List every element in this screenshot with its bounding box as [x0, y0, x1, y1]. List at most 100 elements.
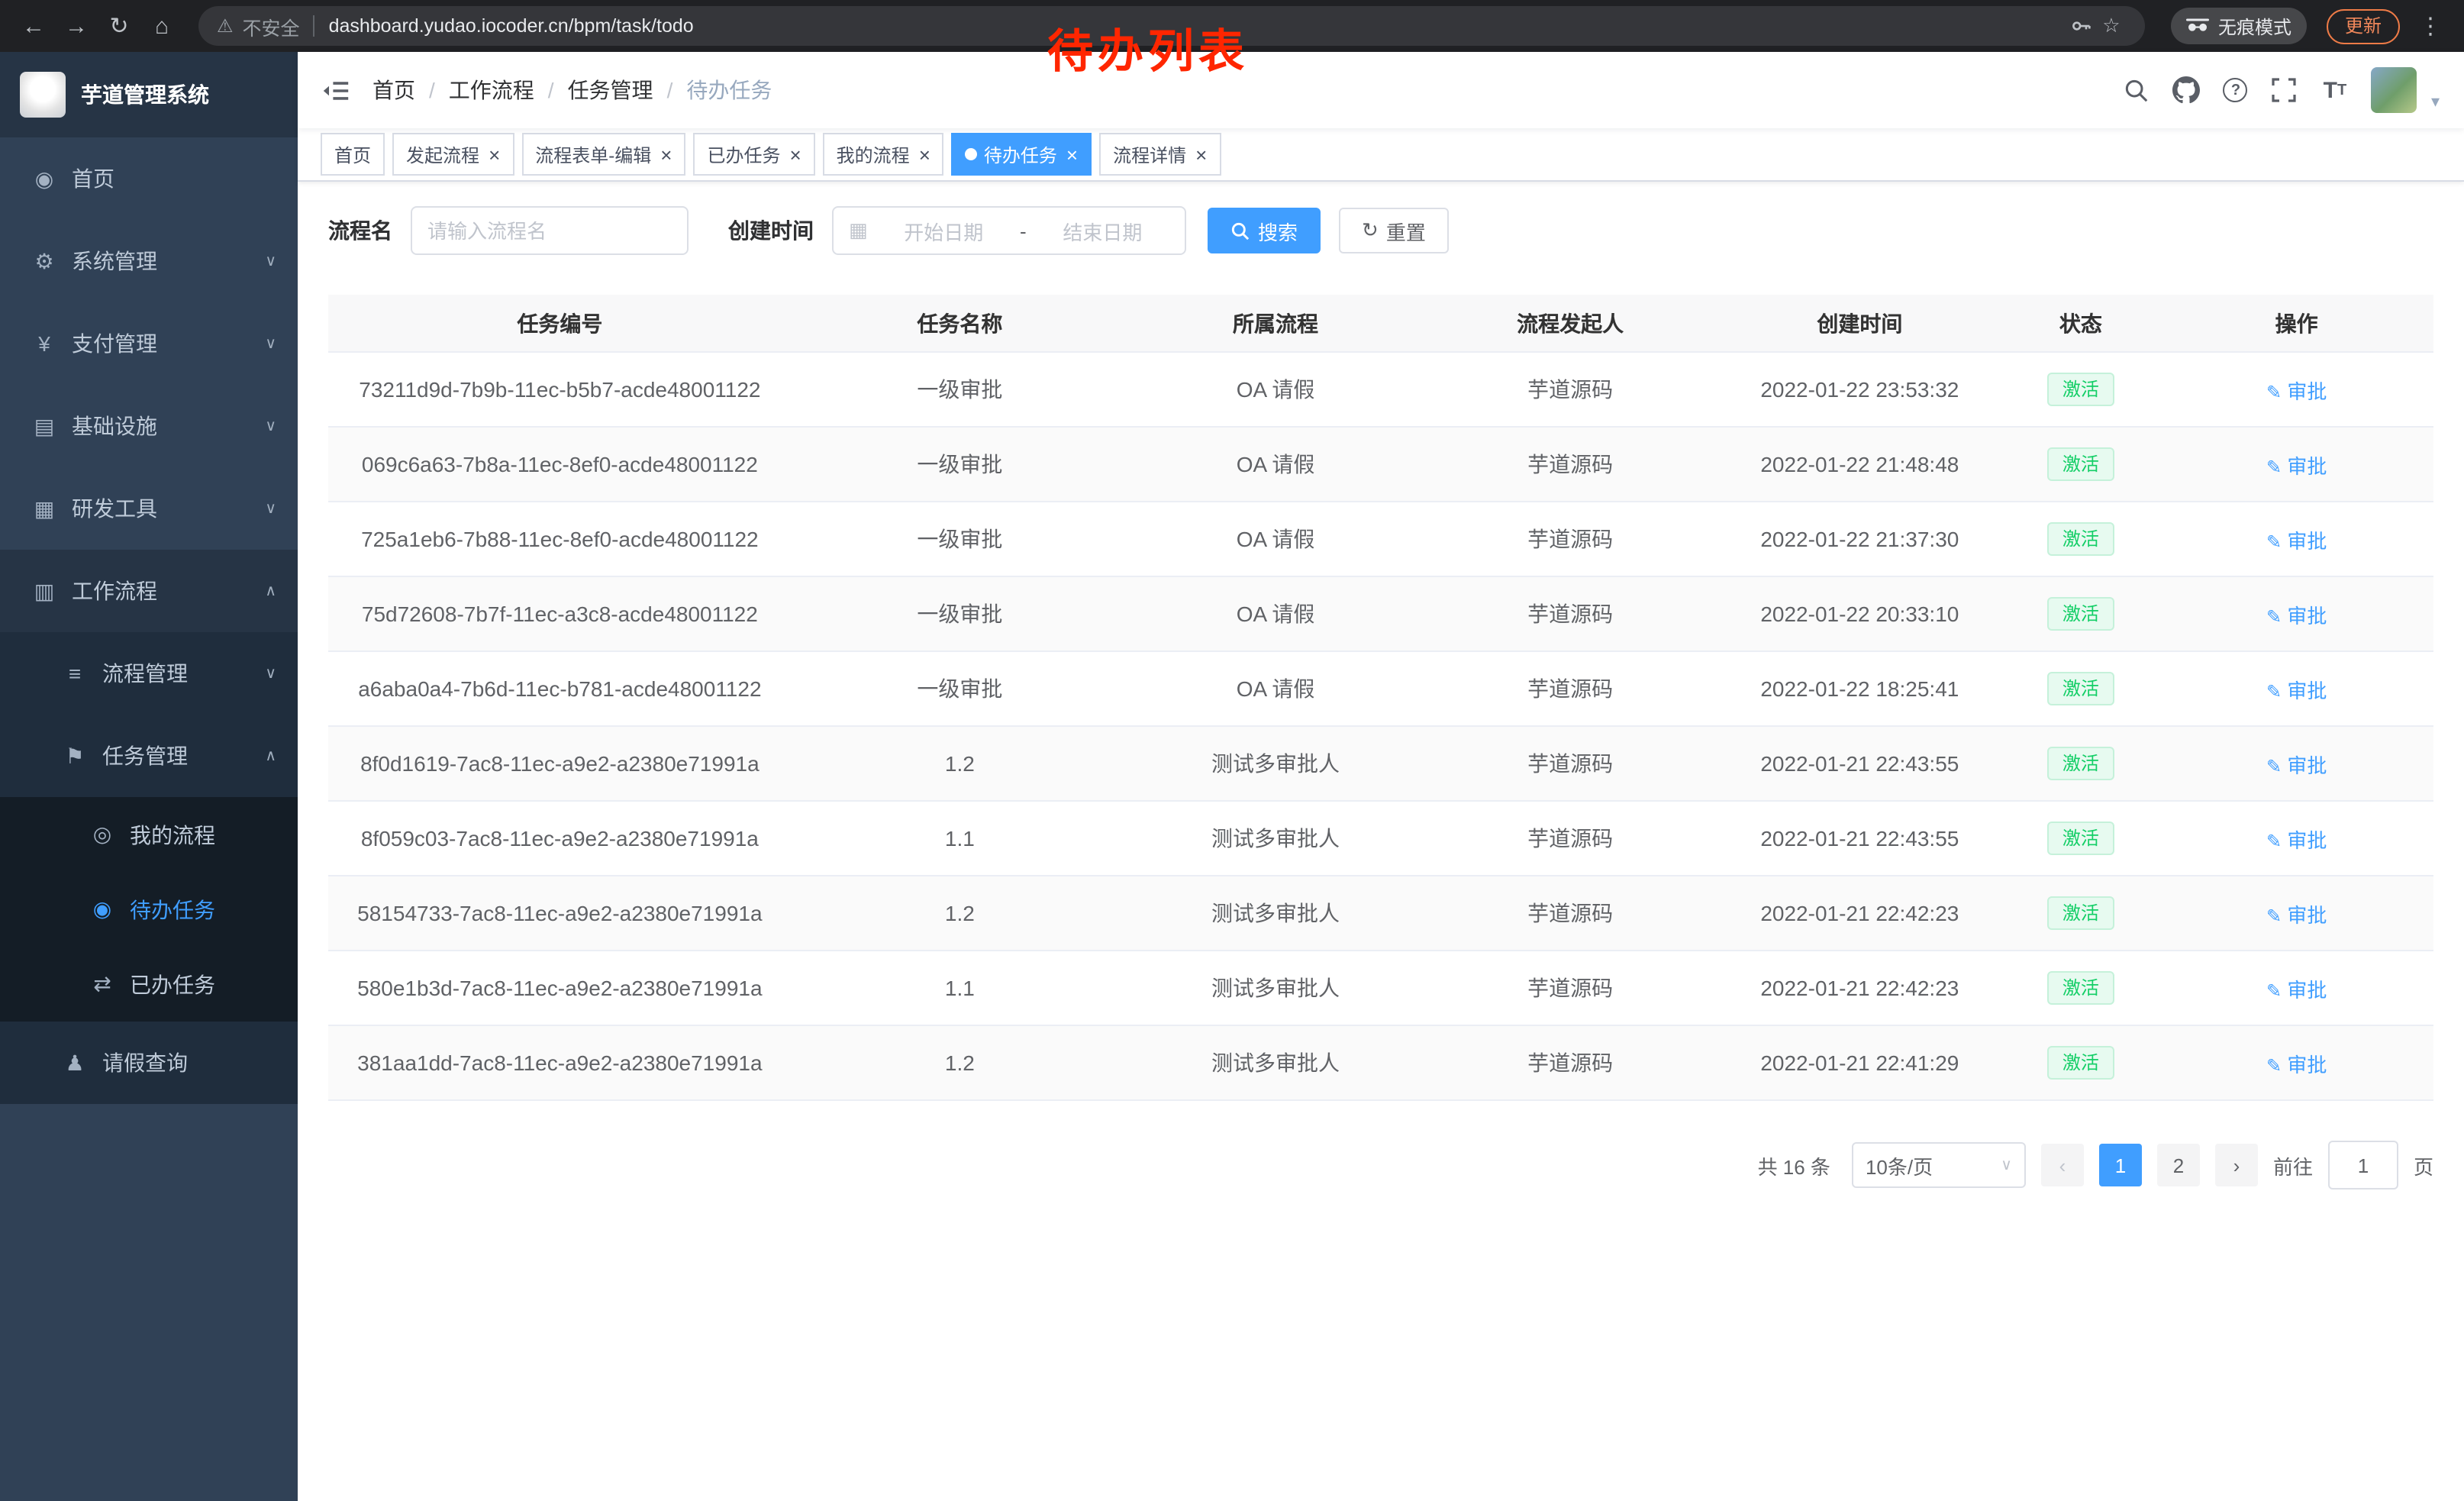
approve-link[interactable]: ✎ 审批 — [2266, 379, 2327, 402]
reload-icon[interactable]: ↻ — [101, 8, 137, 44]
navbar: 首页/工作流程/任务管理/待办任务 ? TT ▾ — [298, 52, 2464, 128]
url-text[interactable]: dashboard.yudao.iocoder.cn/bpm/task/todo — [329, 15, 694, 37]
sidebar-item-task-management[interactable]: ⚑ 任务管理 ∧ — [0, 715, 298, 797]
approve-link[interactable]: ✎ 审批 — [2266, 903, 2327, 926]
search-button[interactable]: 搜索 — [1208, 208, 1321, 253]
update-button[interactable]: 更新 — [2327, 8, 2400, 44]
tab-home[interactable]: 首页 — [321, 133, 385, 176]
sidebar-item-home[interactable]: ◉ 首页 — [0, 137, 298, 220]
sidebar-item-my-processes[interactable]: ◎ 我的流程 — [0, 797, 298, 872]
fullscreen-icon[interactable] — [2271, 75, 2298, 105]
tab-my-processes[interactable]: 我的流程 × — [823, 133, 944, 176]
avatar[interactable] — [2372, 67, 2417, 113]
github-icon[interactable] — [2173, 75, 2201, 105]
table-row: 069c6a63-7b8a-11ec-8ef0-acde48001122一级审批… — [328, 427, 2433, 502]
breadcrumb-item[interactable]: 首页 — [373, 75, 415, 105]
chevron-up-icon: ∧ — [265, 747, 276, 764]
edit-icon: ✎ — [2266, 980, 2282, 1001]
prev-page-button[interactable]: ‹ — [2041, 1144, 2084, 1186]
tab-close-icon[interactable]: × — [660, 144, 672, 164]
sidebar-item-process-management[interactable]: ≡ 流程管理 ∨ — [0, 632, 298, 715]
table-cell: 测试多审批人 — [1128, 1025, 1423, 1100]
caret-down-icon[interactable]: ▾ — [2431, 92, 2440, 113]
table-cell: 芋道源码 — [1423, 1025, 1717, 1100]
hamburger-icon[interactable] — [322, 79, 350, 102]
tab-todo-tasks[interactable]: 待办任务× — [952, 133, 1092, 176]
tab-close-icon[interactable]: × — [789, 144, 801, 164]
tab-done-tasks[interactable]: 已办任务 × — [693, 133, 814, 176]
table-cell: 激活 — [2002, 502, 2160, 576]
table-cell: 2022-01-22 21:37:30 — [1717, 502, 2001, 576]
table-cell: 测试多审批人 — [1128, 726, 1423, 801]
breadcrumb-item[interactable]: 任务管理 — [568, 75, 653, 105]
app-logo[interactable]: 芋道管理系统 — [0, 52, 298, 137]
sidebar-item-infrastructure[interactable]: ▤ 基础设施 ∨ — [0, 385, 298, 467]
table-cell: 1.1 — [792, 951, 1128, 1025]
sidebar-item-workflow[interactable]: ▥ 工作流程 ∧ — [0, 550, 298, 632]
tab-close-icon[interactable]: × — [919, 144, 930, 164]
range-separator: - — [1020, 219, 1027, 242]
tab-close-icon[interactable]: × — [489, 144, 500, 164]
person-icon: ♟ — [61, 1050, 89, 1076]
table-cell: 激活 — [2002, 801, 2160, 876]
approve-link[interactable]: ✎ 审批 — [2266, 454, 2327, 477]
status-badge: 激活 — [2047, 822, 2114, 855]
tab-close-icon[interactable]: × — [1195, 144, 1207, 164]
table-cell: 2022-01-21 22:42:23 — [1717, 876, 2001, 951]
next-page-button[interactable]: › — [2215, 1144, 2258, 1186]
table-row: 8f0d1619-7ac8-11ec-a9e2-a2380e71991a1.2测… — [328, 726, 2433, 801]
sidebar-item-leave-query[interactable]: ♟ 请假查询 — [0, 1022, 298, 1104]
tab-process-detail[interactable]: 流程详情× — [1099, 133, 1221, 176]
start-date-placeholder: 开始日期 — [877, 216, 1011, 245]
sidebar-item-dev-tools[interactable]: ▦ 研发工具 ∨ — [0, 467, 298, 550]
approve-link[interactable]: ✎ 审批 — [2266, 978, 2327, 1001]
approve-link[interactable]: ✎ 审批 — [2266, 754, 2327, 776]
table-cell: 一级审批 — [792, 427, 1128, 502]
tab-start-process[interactable]: 发起流程× — [392, 133, 514, 176]
chevron-up-icon: ∧ — [265, 583, 276, 599]
tab-process-form-edit[interactable]: 流程表单-编辑× — [521, 133, 685, 176]
font-size-icon[interactable]: TT — [2321, 75, 2349, 105]
date-range-picker[interactable]: ▦ 开始日期 - 结束日期 — [832, 206, 1186, 255]
table-cell: 1.2 — [792, 876, 1128, 951]
tab-label: 我的流程 — [837, 141, 910, 167]
table-cell: 激活 — [2002, 876, 2160, 951]
search-icon[interactable] — [2123, 75, 2150, 105]
forward-icon[interactable]: → — [58, 8, 95, 44]
address-divider — [314, 15, 315, 37]
tab-close-icon[interactable]: × — [1066, 144, 1078, 164]
page-button-1[interactable]: 1 — [2099, 1144, 2142, 1186]
sidebar-item-todo-tasks[interactable]: ◉ 待办任务 — [0, 872, 298, 947]
reset-button[interactable]: ↻ 重置 — [1339, 208, 1449, 253]
navbar-actions: ? TT ▾ — [2123, 67, 2440, 113]
column-header: 创建时间 — [1717, 295, 2001, 352]
page-button-2[interactable]: 2 — [2157, 1144, 2200, 1186]
home-icon[interactable]: ⌂ — [144, 8, 180, 44]
security-label[interactable]: 不安全 — [243, 11, 300, 40]
approve-link[interactable]: ✎ 审批 — [2266, 529, 2327, 552]
approve-link[interactable]: ✎ 审批 — [2266, 1053, 2327, 1076]
tab-label: 已办任务 — [707, 141, 780, 167]
annotation-text: 待办列表 — [1047, 14, 1249, 81]
table-row: 580e1b3d-7ac8-11ec-a9e2-a2380e71991a1.1测… — [328, 951, 2433, 1025]
back-icon[interactable]: ← — [15, 8, 52, 44]
star-icon[interactable]: ☆ — [2096, 8, 2127, 44]
sidebar-item-done-tasks[interactable]: ⇄ 已办任务 — [0, 947, 298, 1022]
app-title: 芋道管理系统 — [81, 79, 209, 110]
goto-page-input[interactable] — [2328, 1141, 2398, 1190]
approve-link[interactable]: ✎ 审批 — [2266, 679, 2327, 702]
table-cell: 8f059c03-7ac8-11ec-a9e2-a2380e71991a — [328, 801, 792, 876]
menu-dots-icon[interactable]: ⋮ — [2412, 8, 2449, 44]
table-cell: 芋道源码 — [1423, 726, 1717, 801]
approve-link[interactable]: ✎ 审批 — [2266, 604, 2327, 627]
table-cell: 1.2 — [792, 1025, 1128, 1100]
sidebar-item-system-management[interactable]: ⚙ 系统管理 ∨ — [0, 220, 298, 302]
key-icon[interactable] — [2066, 8, 2096, 44]
process-name-input[interactable] — [411, 206, 689, 255]
approve-link[interactable]: ✎ 审批 — [2266, 828, 2327, 851]
help-icon[interactable]: ? — [2224, 78, 2248, 102]
table-cell: OA 请假 — [1128, 502, 1423, 576]
breadcrumb-item[interactable]: 工作流程 — [449, 75, 534, 105]
page-size-select[interactable]: 10条/页 ∨ — [1852, 1142, 2026, 1188]
sidebar-item-payment-management[interactable]: ¥ 支付管理 ∨ — [0, 302, 298, 385]
